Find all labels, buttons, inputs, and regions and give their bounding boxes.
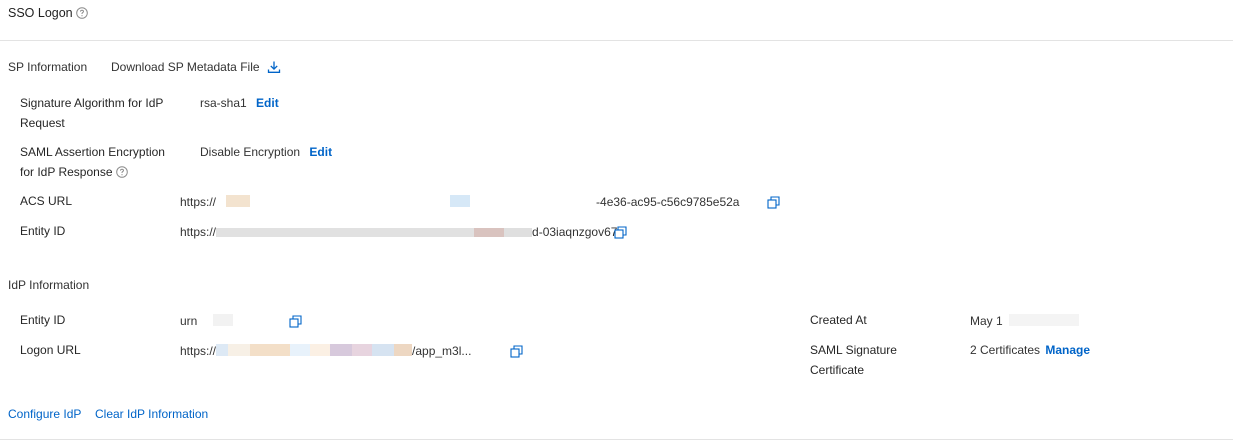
assertion-encryption-value-row: Disable Encryption Edit bbox=[200, 144, 332, 160]
redacted-text bbox=[504, 228, 533, 237]
page-title: SSO Logon bbox=[8, 5, 88, 21]
redacted-text bbox=[250, 195, 451, 207]
sp-entity-id-suffix: d-03iaqnzgov67 bbox=[532, 225, 618, 239]
assertion-encryption-label-text: SAML Assertion Encryption for IdP Respon… bbox=[20, 145, 165, 179]
redacted-text bbox=[290, 344, 311, 356]
acs-url-suffix: -4e36-ac95-c56c9785e52a bbox=[596, 195, 740, 209]
redacted-text bbox=[216, 344, 229, 356]
redacted-text bbox=[250, 344, 291, 356]
logon-url-label: Logon URL bbox=[20, 343, 81, 357]
redacted-text bbox=[310, 344, 331, 356]
redacted-text bbox=[372, 344, 395, 356]
page-title-text: SSO Logon bbox=[8, 6, 73, 20]
saml-certificate-label: SAML Signature Certificate bbox=[810, 343, 897, 377]
signature-algorithm-edit-button[interactable]: Edit bbox=[256, 96, 279, 110]
question-circle-icon[interactable] bbox=[75, 7, 88, 19]
redacted-text bbox=[470, 195, 597, 207]
acs-url-prefix: https:// bbox=[180, 195, 217, 209]
redacted-text bbox=[330, 344, 353, 356]
idp-entity-id-value: urn bbox=[180, 313, 234, 329]
download-sp-metadata-label[interactable]: Download SP Metadata File bbox=[111, 60, 260, 74]
question-circle-icon[interactable] bbox=[115, 166, 128, 178]
sp-entity-id-prefix: https:// bbox=[180, 225, 217, 239]
copy-icon[interactable] bbox=[767, 196, 780, 209]
signature-algorithm-label: Signature Algorithm for IdP Request bbox=[20, 96, 164, 130]
copy-icon[interactable] bbox=[510, 345, 523, 358]
footer-divider bbox=[0, 439, 1233, 440]
clear-idp-information-button[interactable]: Clear IdP Information bbox=[95, 406, 208, 422]
assertion-encryption-value: Disable Encryption bbox=[200, 145, 301, 159]
sp-section-label: SP Information bbox=[8, 60, 88, 74]
signature-algorithm-value: rsa-sha1 bbox=[200, 96, 247, 110]
sp-entity-id-label: Entity ID bbox=[20, 224, 66, 238]
copy-icon[interactable] bbox=[614, 226, 627, 239]
saml-certificate-value-row: 2 Certificates Manage bbox=[970, 342, 1090, 358]
manage-certificates-button[interactable]: Manage bbox=[1045, 343, 1090, 357]
redacted-text bbox=[352, 344, 373, 356]
assertion-encryption-label: SAML Assertion Encryption for IdP Respon… bbox=[20, 142, 180, 182]
redacted-text bbox=[474, 228, 505, 237]
logon-url-prefix: https:// bbox=[180, 344, 217, 358]
redacted-text bbox=[394, 344, 413, 356]
configure-idp-button[interactable]: Configure IdP bbox=[8, 406, 81, 422]
copy-icon[interactable] bbox=[289, 315, 302, 328]
signature-algorithm-value-row: rsa-sha1 Edit bbox=[200, 95, 279, 111]
logon-url-suffix: /app_m3l... bbox=[412, 344, 472, 358]
sp-entity-id-value: https:// d-03iaqnzgov67 bbox=[180, 224, 617, 240]
redacted-text bbox=[197, 314, 214, 326]
created-at-value: May 1 bbox=[970, 313, 1079, 329]
assertion-encryption-edit-button[interactable]: Edit bbox=[309, 145, 332, 159]
redacted-text bbox=[450, 195, 471, 207]
created-at-value-text: May 1 bbox=[970, 314, 1003, 328]
acs-url-value: https:// -4e36-ac95-c56c9785e52a bbox=[180, 194, 739, 210]
redacted-text bbox=[216, 228, 475, 237]
idp-entity-id-label: Entity ID bbox=[20, 313, 66, 327]
header-divider bbox=[0, 40, 1233, 41]
download-icon[interactable] bbox=[267, 60, 281, 74]
redacted-text bbox=[213, 314, 234, 326]
acs-url-label: ACS URL bbox=[20, 194, 73, 208]
redacted-text bbox=[226, 195, 251, 207]
redacted-text bbox=[1008, 314, 1079, 326]
logon-url-value: https:// /app_m3l... bbox=[180, 343, 471, 359]
idp-section-label: IdP Information bbox=[8, 278, 90, 292]
idp-entity-id-prefix: urn bbox=[180, 314, 198, 328]
created-at-label: Created At bbox=[810, 313, 867, 327]
saml-certificate-count: 2 Certificates bbox=[970, 343, 1041, 357]
redacted-text bbox=[216, 195, 227, 207]
download-sp-metadata-link[interactable]: Download SP Metadata File bbox=[111, 59, 260, 75]
redacted-text bbox=[228, 344, 251, 356]
